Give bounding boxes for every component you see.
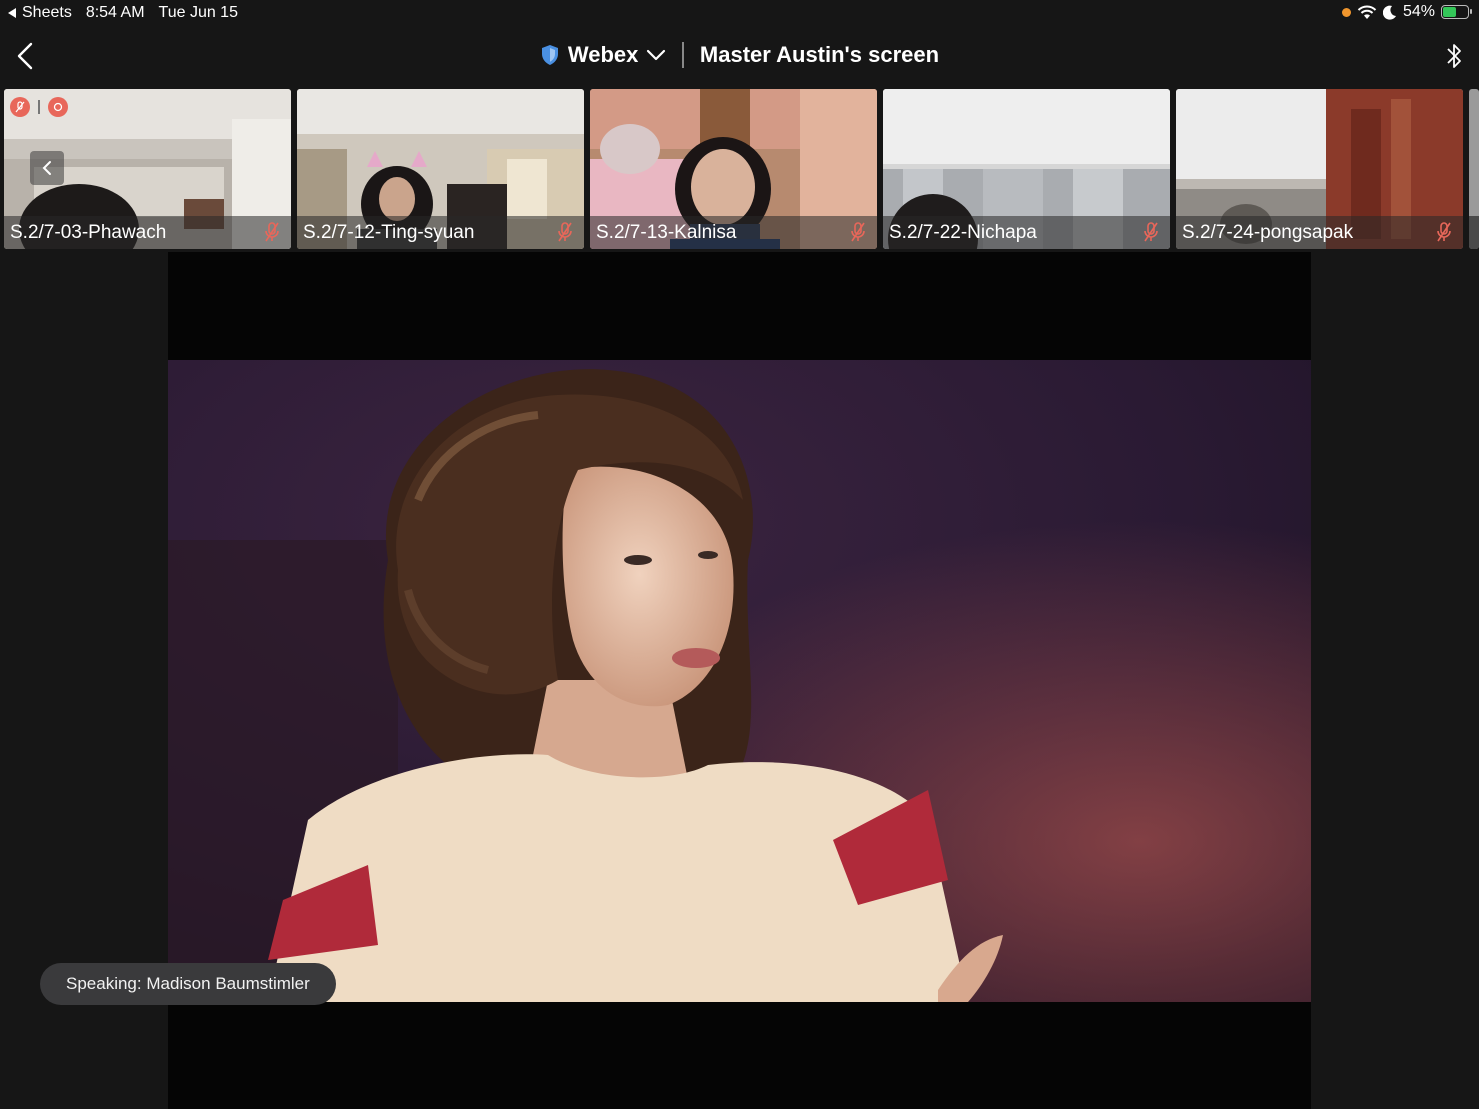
status-time: 8:54 AM [85,4,145,21]
muted-mic-icon [851,222,865,242]
controls-divider [38,100,40,114]
muted-mic-icon [1144,222,1158,242]
participant-strip[interactable]: S.2/7-03-Phawach S.2/7-12-Ting-syuan S.2… [4,89,1479,249]
participant-name: S.2/7-22-Nichapa [889,221,1037,243]
wifi-icon [1357,5,1377,19]
app-switcher-button[interactable]: Webex [540,42,667,68]
app-name: Webex [567,42,639,67]
participant-namebar: S.2/7-03-Phawach [4,216,291,249]
participant-namebar: S.2/7-13-Kalnisa [590,216,877,249]
chevron-left-icon [42,161,51,175]
speaking-indicator: Speaking: Madison Baumstimler [40,963,336,1005]
meeting-header: Webex Master Austin's screen [0,30,1479,82]
shared-video-frame [168,360,1311,1002]
status-bar: Sheets 8:54 AM Tue Jun 15 54% [0,0,1479,26]
bluetooth-icon[interactable] [1443,40,1465,72]
participant-name: S.2/7-24-pongsapak [1182,221,1354,243]
back-app-label: Sheets [22,4,72,21]
back-to-app-link[interactable]: Sheets [8,4,72,22]
shared-screen[interactable] [168,252,1311,1109]
collapse-strip-button[interactable] [30,151,64,185]
status-date: Tue Jun 15 [158,4,238,21]
participant-name: S.2/7-12-Ting-syuan [303,221,475,243]
participant-tile[interactable]: S.2/7-13-Kalnisa [590,89,877,249]
speaking-text: Speaking: Madison Baumstimler [66,974,310,993]
participant-tile[interactable]: S.2/7-22-Nichapa [883,89,1170,249]
chevron-down-icon [647,49,666,61]
muted-mic-icon [558,222,572,242]
stop-video-badge-icon[interactable] [47,97,68,117]
title-divider [682,42,684,68]
participant-namebar: S.2/7-22-Nichapa [883,216,1170,249]
participant-tile[interactable]: S.2/7-24-pongsapak [1176,89,1463,249]
battery-percent: 54% [1402,3,1435,20]
participant-name: S.2/7-13-Kalnisa [596,221,737,243]
moon-icon [1382,5,1396,20]
shield-icon [541,45,558,65]
participant-name: S.2/7-03-Phawach [10,221,167,243]
back-triangle-icon [8,8,16,18]
self-view-controls [10,97,68,117]
participant-video [1469,89,1479,249]
participant-tile[interactable]: S.2/7-03-Phawach [4,89,291,249]
muted-mic-icon [1437,222,1451,242]
participant-namebar: S.2/7-12-Ting-syuan [297,216,584,249]
muted-mic-icon [265,222,279,242]
orange-dot-icon [1341,7,1351,17]
battery-icon [1441,5,1472,19]
participant-tile[interactable]: S.2/7-12-Ting-syuan [297,89,584,249]
participant-tile-partial[interactable] [1469,89,1479,249]
mute-badge-icon[interactable] [10,97,30,117]
screen-title: Master Austin's screen [699,42,940,67]
participant-namebar: S.2/7-24-pongsapak [1176,216,1463,249]
battery-fill [1443,7,1456,17]
